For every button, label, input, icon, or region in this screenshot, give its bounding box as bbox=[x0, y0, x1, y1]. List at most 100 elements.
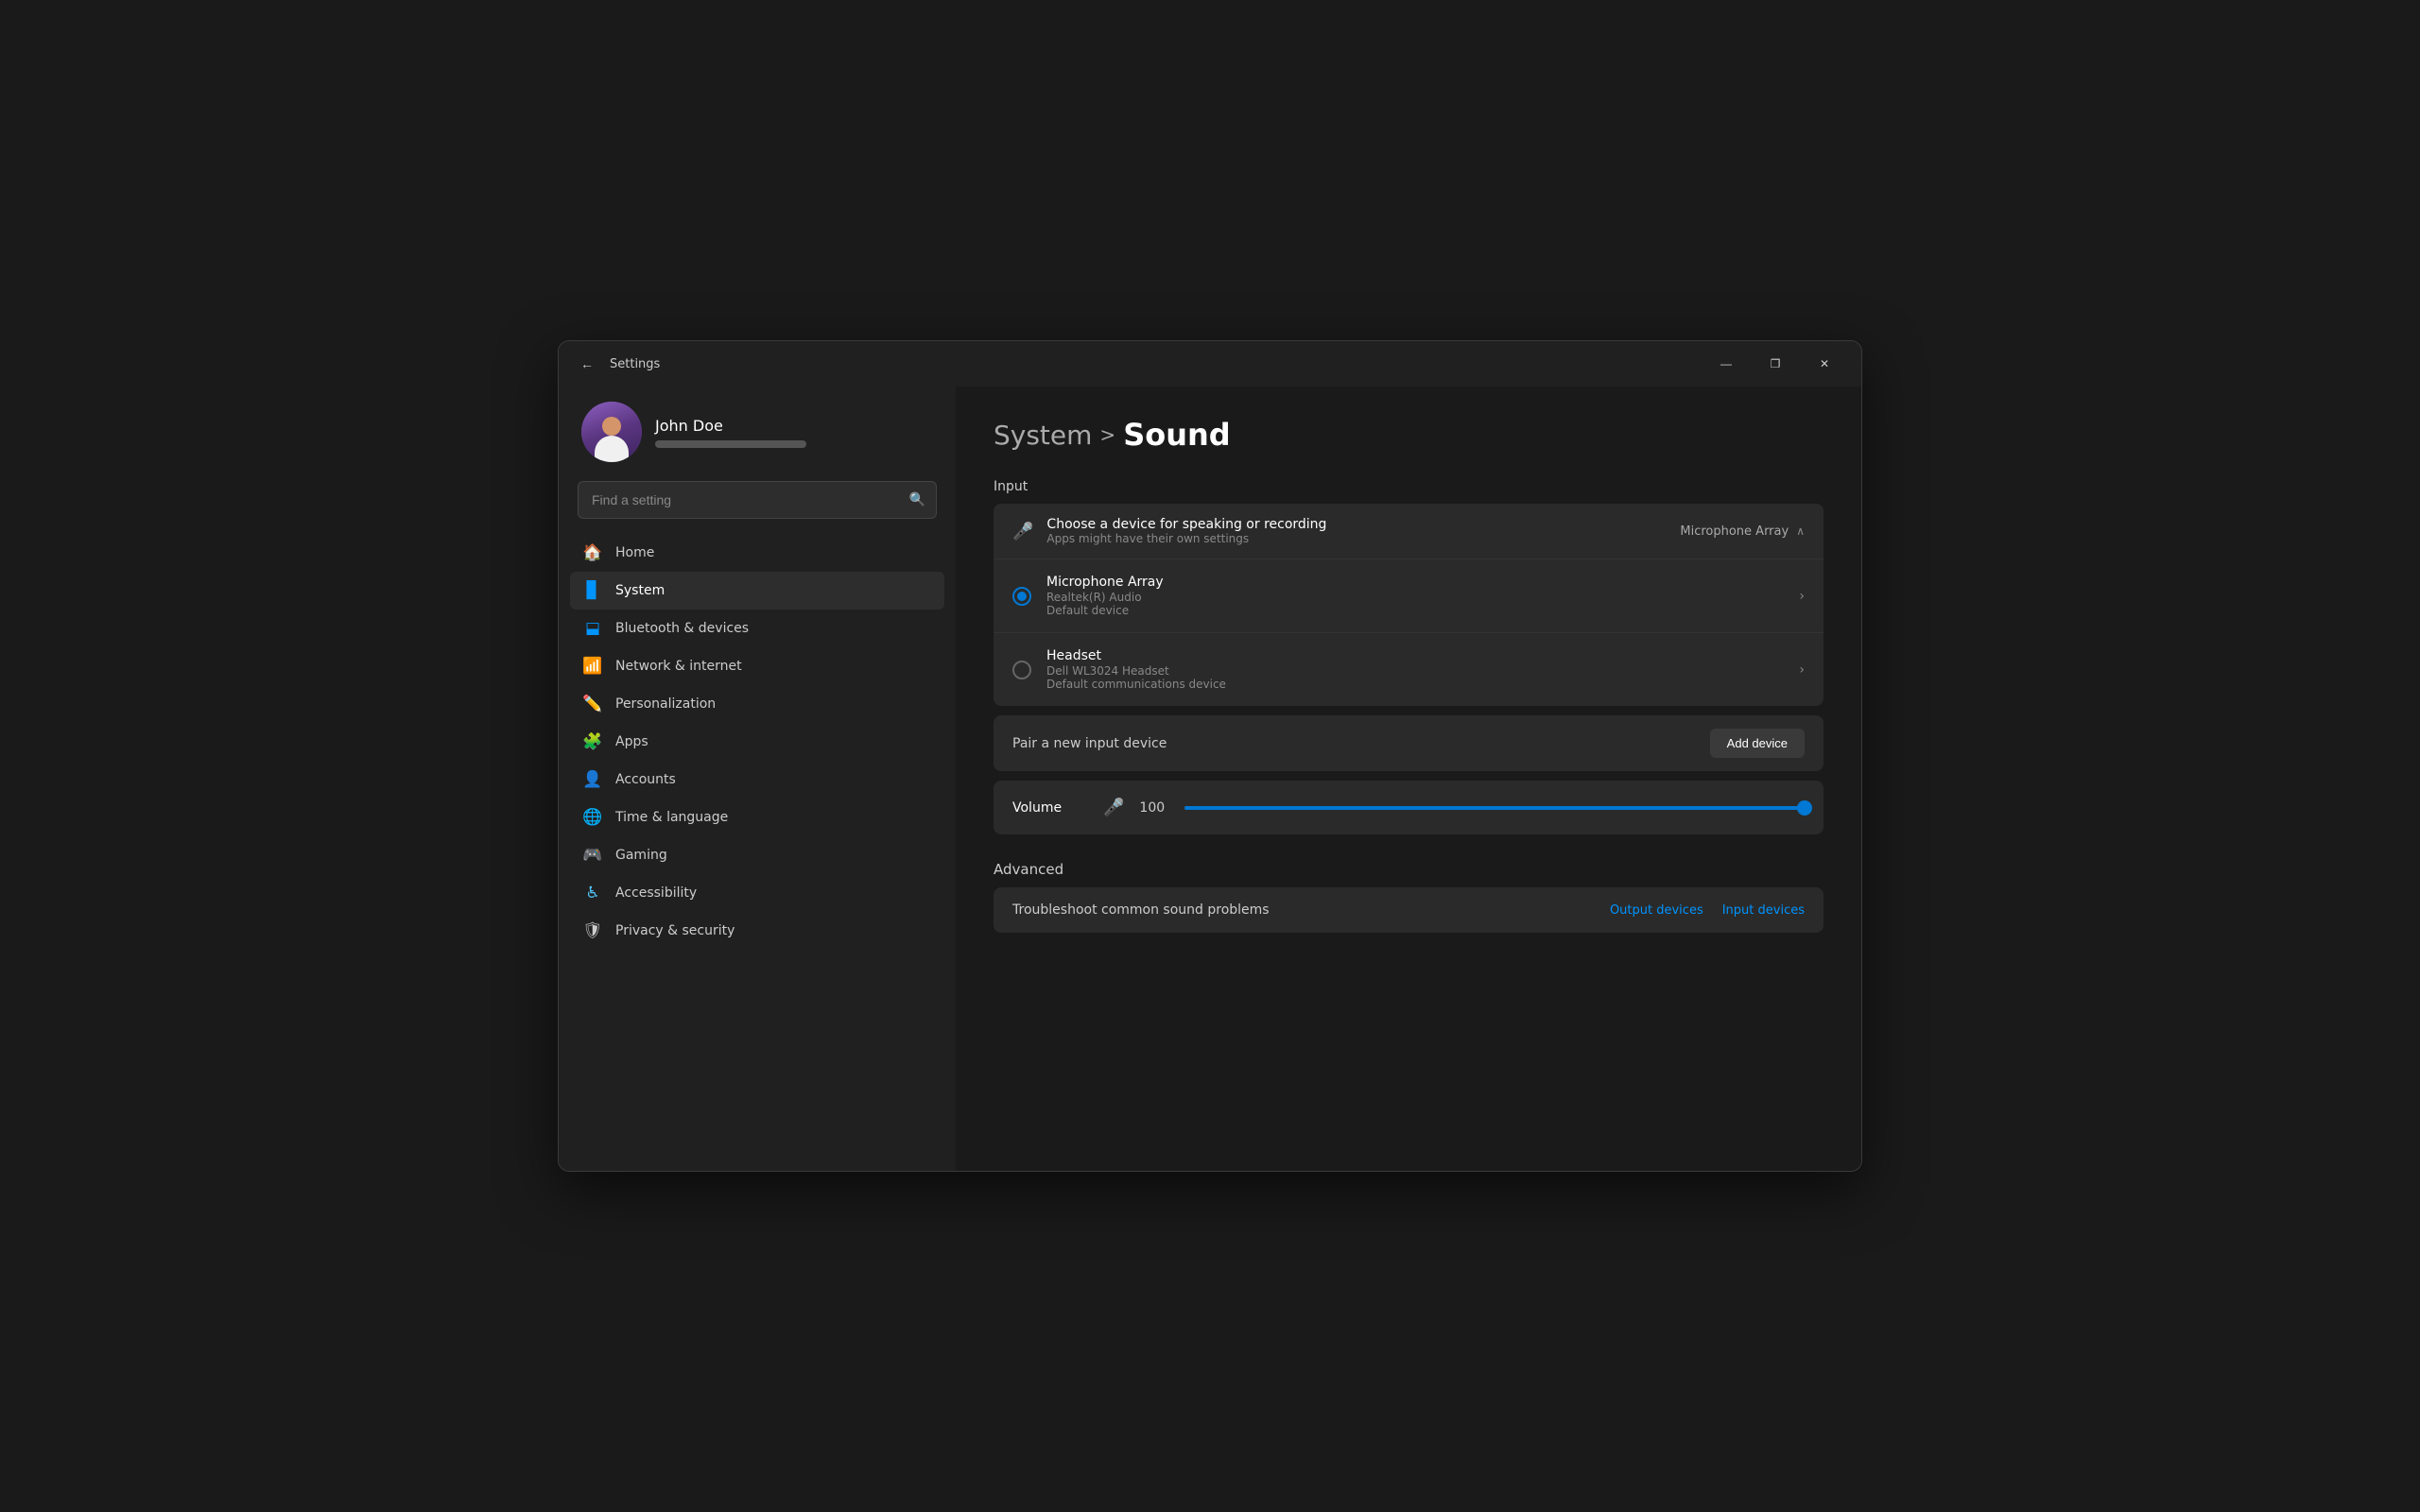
bluetooth-icon: ⬓ bbox=[583, 619, 602, 638]
troubleshoot-card: Troubleshoot common sound problems Outpu… bbox=[994, 887, 1824, 933]
sidebar-item-accounts[interactable]: 👤 Accounts bbox=[570, 761, 944, 799]
personalization-icon: ✏️ bbox=[583, 695, 602, 713]
home-icon: 🏠 bbox=[583, 543, 602, 562]
sidebar-item-system[interactable]: ▊ System bbox=[570, 572, 944, 610]
device-headset-subtitle: Dell WL3024 Headset bbox=[1046, 664, 1784, 678]
volume-slider-track[interactable] bbox=[1184, 806, 1805, 810]
device-headset-name: Headset bbox=[1046, 648, 1784, 663]
title-bar-left: ← Settings bbox=[574, 351, 1693, 377]
pair-row: Pair a new input device Add device bbox=[994, 715, 1824, 771]
sidebar-item-bluetooth[interactable]: ⬓ Bluetooth & devices bbox=[570, 610, 944, 647]
title-controls: — ❐ ✕ bbox=[1704, 349, 1846, 379]
device-row-headset[interactable]: Headset Dell WL3024 Headset Default comm… bbox=[994, 633, 1824, 706]
close-button[interactable]: ✕ bbox=[1803, 349, 1846, 379]
sidebar-item-time[interactable]: 🌐 Time & language bbox=[570, 799, 944, 836]
sidebar-label-home: Home bbox=[615, 545, 654, 560]
avatar bbox=[581, 402, 642, 462]
sidebar-item-accessibility[interactable]: ♿ Accessibility bbox=[570, 874, 944, 912]
radio-headset[interactable] bbox=[1012, 661, 1031, 679]
window-title: Settings bbox=[610, 357, 660, 371]
breadcrumb-separator: > bbox=[1099, 423, 1115, 446]
user-info: John Doe bbox=[655, 417, 806, 448]
volume-value: 100 bbox=[1139, 800, 1169, 816]
avatar-head bbox=[602, 417, 621, 436]
sidebar-label-time: Time & language bbox=[615, 810, 728, 825]
network-icon: 📶 bbox=[583, 657, 602, 676]
input-card: 🎤 Choose a device for speaking or record… bbox=[994, 504, 1824, 706]
input-devices-link[interactable]: Input devices bbox=[1722, 903, 1805, 918]
breadcrumb: System > Sound bbox=[994, 417, 1824, 453]
breadcrumb-current: Sound bbox=[1123, 417, 1231, 453]
input-header-subtitle: Apps might have their own settings bbox=[1046, 532, 1667, 545]
privacy-icon: 🛡 bbox=[583, 921, 602, 940]
volume-slider-fill bbox=[1184, 806, 1805, 810]
volume-label: Volume bbox=[1012, 800, 1088, 816]
user-section: John Doe bbox=[570, 387, 944, 481]
sidebar-label-network: Network & internet bbox=[615, 659, 742, 674]
device-row-microphone[interactable]: Microphone Array Realtek(R) Audio Defaul… bbox=[994, 559, 1824, 633]
sidebar-label-personalization: Personalization bbox=[615, 696, 716, 712]
output-devices-link[interactable]: Output devices bbox=[1610, 903, 1703, 918]
chevron-up-icon: ∧ bbox=[1796, 524, 1805, 538]
user-account-bar bbox=[655, 440, 806, 448]
input-header-right: Microphone Array ∧ bbox=[1680, 524, 1805, 539]
system-icon: ▊ bbox=[583, 581, 602, 600]
selected-device-label: Microphone Array bbox=[1680, 524, 1789, 539]
avatar-body bbox=[595, 436, 629, 462]
device-microphone-info: Microphone Array Realtek(R) Audio Defaul… bbox=[1046, 575, 1784, 617]
sidebar-label-gaming: Gaming bbox=[615, 848, 667, 863]
accessibility-icon: ♿ bbox=[583, 884, 602, 902]
apps-icon: 🧩 bbox=[583, 732, 602, 751]
avatar-image bbox=[581, 402, 642, 462]
add-device-button[interactable]: Add device bbox=[1710, 729, 1805, 758]
sidebar-label-accessibility: Accessibility bbox=[615, 885, 697, 901]
breadcrumb-parent: System bbox=[994, 420, 1092, 451]
input-header-row[interactable]: 🎤 Choose a device for speaking or record… bbox=[994, 504, 1824, 559]
device-microphone-name: Microphone Array bbox=[1046, 575, 1784, 590]
back-button[interactable]: ← bbox=[574, 351, 600, 377]
sidebar-nav: 🏠 Home ▊ System ⬓ Bluetooth & devices 📶 … bbox=[570, 534, 944, 950]
sidebar-label-system: System bbox=[615, 583, 665, 598]
sidebar-item-home[interactable]: 🏠 Home bbox=[570, 534, 944, 572]
input-header-title: Choose a device for speaking or recordin… bbox=[1046, 517, 1667, 532]
volume-microphone-icon: 🎤 bbox=[1103, 798, 1124, 817]
radio-microphone[interactable] bbox=[1012, 587, 1031, 606]
input-section-label: Input bbox=[994, 479, 1824, 494]
device-microphone-default: Default device bbox=[1046, 604, 1784, 617]
input-header-content: Choose a device for speaking or recordin… bbox=[1046, 517, 1667, 545]
sidebar: John Doe 🔍 🏠 Home ▊ System bbox=[559, 387, 956, 1171]
restore-button[interactable]: ❐ bbox=[1754, 349, 1797, 379]
gaming-icon: 🎮 bbox=[583, 846, 602, 865]
sidebar-label-bluetooth: Bluetooth & devices bbox=[615, 621, 749, 636]
title-bar: ← Settings — ❐ ✕ bbox=[559, 341, 1861, 387]
sidebar-item-privacy[interactable]: 🛡 Privacy & security bbox=[570, 912, 944, 950]
troubleshoot-links: Output devices Input devices bbox=[1610, 903, 1805, 918]
volume-slider-thumb[interactable] bbox=[1797, 800, 1812, 816]
device-microphone-subtitle: Realtek(R) Audio bbox=[1046, 591, 1784, 604]
chevron-right-icon-mic: › bbox=[1799, 589, 1805, 604]
device-headset-default: Default communications device bbox=[1046, 678, 1784, 691]
settings-window: ← Settings — ❐ ✕ bbox=[558, 340, 1862, 1172]
advanced-section-label: Advanced bbox=[994, 861, 1824, 878]
minimize-button[interactable]: — bbox=[1704, 349, 1748, 379]
device-headset-info: Headset Dell WL3024 Headset Default comm… bbox=[1046, 648, 1784, 691]
user-name: John Doe bbox=[655, 417, 806, 435]
avatar-person bbox=[595, 413, 629, 462]
accounts-icon: 👤 bbox=[583, 770, 602, 789]
troubleshoot-label: Troubleshoot common sound problems bbox=[1012, 902, 1270, 918]
sidebar-item-apps[interactable]: 🧩 Apps bbox=[570, 723, 944, 761]
main-content: System > Sound Input 🎤 Choose a device f… bbox=[956, 387, 1861, 1171]
sidebar-item-gaming[interactable]: 🎮 Gaming bbox=[570, 836, 944, 874]
app-content: John Doe 🔍 🏠 Home ▊ System bbox=[559, 387, 1861, 1171]
sidebar-label-apps: Apps bbox=[615, 734, 648, 749]
volume-card: Volume 🎤 100 bbox=[994, 781, 1824, 834]
search-box: 🔍 bbox=[578, 481, 937, 519]
time-icon: 🌐 bbox=[583, 808, 602, 827]
sidebar-item-personalization[interactable]: ✏️ Personalization bbox=[570, 685, 944, 723]
sidebar-label-privacy: Privacy & security bbox=[615, 923, 735, 938]
sidebar-item-network[interactable]: 📶 Network & internet bbox=[570, 647, 944, 685]
chevron-right-icon-headset: › bbox=[1799, 662, 1805, 678]
search-input[interactable] bbox=[578, 481, 937, 519]
sidebar-label-accounts: Accounts bbox=[615, 772, 676, 787]
pair-label: Pair a new input device bbox=[1012, 736, 1167, 751]
